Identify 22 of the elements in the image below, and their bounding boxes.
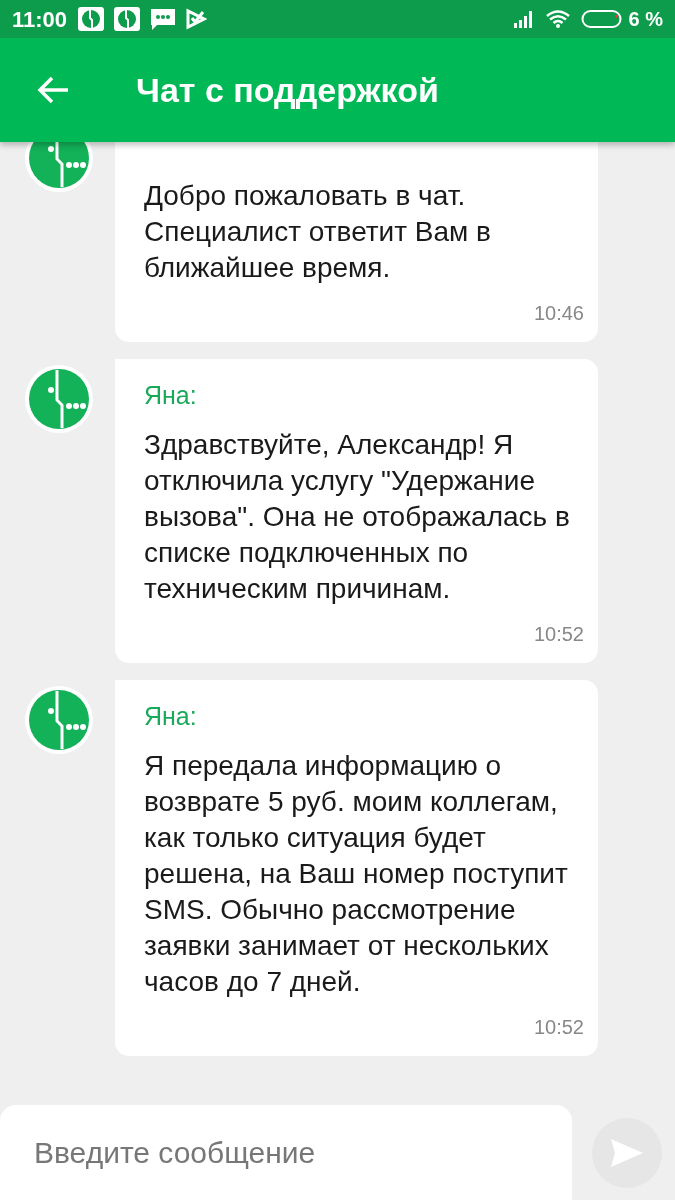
message-time: 10:52 — [533, 1015, 584, 1040]
message-text: Я передала информацию о возврате 5 руб. моим коллегам, как только ситуация будет решена, на Ваш номер поступит SMS. Обычно рассмотрение заявки занимает от нескольких часов до 7 дней. — [144, 749, 569, 999]
message-time: 10:52 — [533, 622, 584, 647]
send-icon — [610, 1137, 644, 1168]
message-input[interactable]: Введите сообщение — [0, 1105, 572, 1200]
signal-icon — [512, 9, 535, 29]
battery-percent: 6 % — [628, 7, 663, 32]
app-icon — [77, 6, 106, 32]
message-text: Добро пожаловать в чат. Специалист ответит Вам в ближайшее время. — [144, 179, 492, 285]
message-time: 10:46 — [533, 301, 584, 326]
wifi-icon — [544, 9, 571, 29]
screen-title: Чат с поддержкой — [136, 69, 439, 111]
app-icon — [113, 6, 142, 32]
back-arrow-icon[interactable] — [36, 75, 70, 105]
message-text: Здравствуйте, Александр! Я отключила услугу "Удержание вызова". Она не отображалась в списке подключенных по техническим причинам. — [144, 428, 571, 606]
avatar-logo-icon — [24, 685, 94, 755]
sender-name: Яна: — [144, 380, 198, 411]
status-time: 11:00 — [12, 5, 68, 34]
battery-icon — [580, 9, 623, 29]
sender-name: Яна: — [144, 701, 198, 732]
avatar-logo-icon — [24, 364, 94, 434]
message-icon — [149, 6, 178, 32]
